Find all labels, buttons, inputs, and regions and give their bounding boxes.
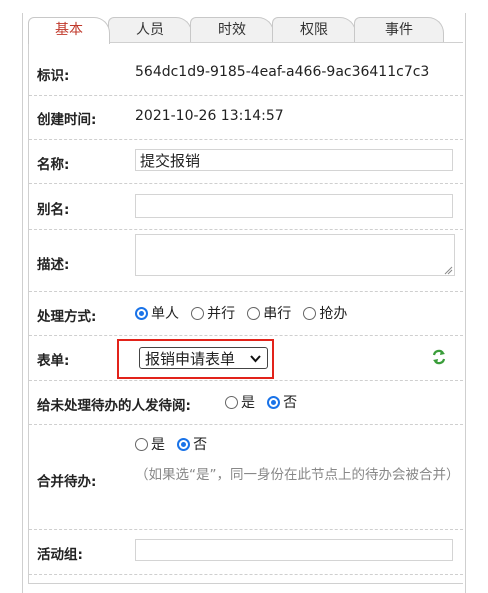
name-label: 名称: [37, 157, 70, 173]
merge-yes-label: 是 [151, 437, 165, 453]
desc-textarea[interactable] [135, 234, 455, 276]
id-value: 564dc1d9-9185-4eaf-a466-9ac36411c7c3 [135, 64, 430, 80]
tab-personnel[interactable]: 人员 [108, 17, 192, 43]
tab-permissions[interactable]: 权限 [272, 17, 356, 43]
mode-grab-option[interactable]: 抢办 [303, 303, 347, 323]
merge-yes-option[interactable]: 是 [135, 434, 165, 454]
form-label: 表单: [37, 353, 70, 369]
id-label: 标识: [37, 68, 70, 84]
radio-checked-icon [267, 396, 281, 409]
alias-input[interactable] [135, 194, 453, 218]
row-name: 名称: 提交报销 [29, 139, 463, 184]
created-value: 2021-10-26 13:14:57 [135, 108, 284, 124]
radio-checked-icon [135, 307, 148, 320]
mode-serial-label: 串行 [263, 306, 292, 322]
radio-icon [247, 307, 261, 320]
created-label: 创建时间: [37, 112, 97, 128]
row-id: 标识: 564dc1d9-9185-4eaf-a466-9ac36411c7c3 [29, 43, 463, 96]
merge-label: 合并待办: [37, 474, 97, 490]
radio-checked-icon [177, 438, 191, 451]
mode-radio-group: 单人 并行 串行 抢办 [135, 303, 355, 323]
radio-icon [135, 438, 148, 451]
radio-icon [303, 307, 317, 320]
radio-icon [225, 396, 238, 409]
row-notify: 给未处理待办的人发待阅: 是 否 [29, 380, 463, 425]
form-select-value: 报销申请表单 [145, 350, 236, 368]
row-desc: 描述: [29, 229, 463, 292]
row-mode: 处理方式: 单人 并行 串行 抢办 [29, 291, 463, 336]
mode-single-option[interactable]: 单人 [135, 303, 179, 323]
row-merge: 是 否 合并待办: （如果选“是”，同一身份在此节点上的待办会被合并） [29, 424, 463, 530]
mode-parallel-option[interactable]: 并行 [191, 303, 235, 323]
notify-radio-group: 是 否 [225, 392, 305, 412]
merge-hint: （如果选“是”，同一身份在此节点上的待办会被合并） [135, 467, 460, 483]
tab-timeliness[interactable]: 时效 [190, 17, 274, 43]
radio-icon [191, 307, 205, 320]
refresh-icon[interactable] [431, 349, 447, 365]
group-label: 活动组: [37, 547, 83, 563]
tab-bar: 基本 人员 时效 权限 事件 [28, 17, 448, 44]
notify-no-label: 否 [283, 395, 298, 411]
notify-no-option[interactable]: 否 [267, 392, 297, 412]
mode-grab-label: 抢办 [319, 306, 348, 322]
mode-label: 处理方式: [37, 309, 97, 325]
form-select[interactable]: 报销申请表单 [139, 347, 268, 369]
row-form: 表单: 报销申请表单 [29, 335, 463, 381]
notify-yes-label: 是 [241, 395, 255, 411]
resize-handle-icon[interactable] [443, 265, 453, 275]
row-alias: 别名: [29, 183, 463, 230]
notify-label: 给未处理待办的人发待阅: [37, 398, 191, 414]
desc-label: 描述: [37, 257, 70, 273]
alias-label: 别名: [37, 202, 70, 218]
mode-single-label: 单人 [151, 306, 179, 322]
chevron-down-icon [250, 355, 261, 363]
mode-serial-option[interactable]: 串行 [247, 303, 291, 323]
row-created: 创建时间: 2021-10-26 13:14:57 [29, 95, 463, 140]
tab-events[interactable]: 事件 [354, 17, 444, 43]
merge-radio-group: 是 否 [135, 434, 215, 454]
tab-basic[interactable]: 基本 [28, 17, 110, 44]
name-input[interactable]: 提交报销 [135, 149, 453, 171]
merge-no-label: 否 [193, 437, 208, 453]
row-group: 活动组: [29, 529, 463, 575]
group-input[interactable] [135, 539, 453, 561]
basic-panel: 标识: 564dc1d9-9185-4eaf-a466-9ac36411c7c3… [28, 42, 463, 584]
mode-parallel-label: 并行 [207, 306, 236, 322]
notify-yes-option[interactable]: 是 [225, 392, 255, 412]
merge-no-option[interactable]: 否 [177, 434, 207, 454]
